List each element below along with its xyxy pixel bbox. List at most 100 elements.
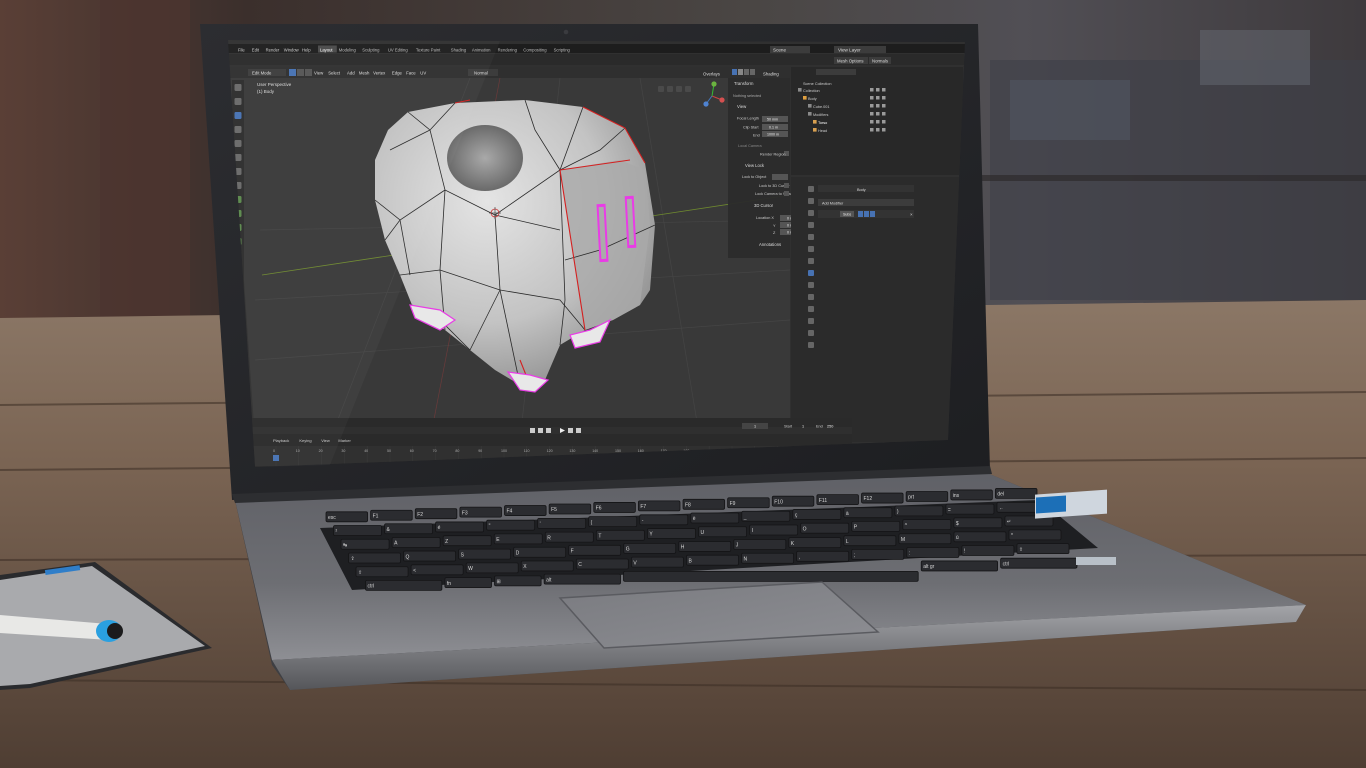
3d-cursor-header[interactable]: 3D Cursor <box>754 203 774 208</box>
key-alt[interactable]: alt <box>543 573 621 585</box>
view-header[interactable]: View <box>737 104 747 109</box>
key-N[interactable]: N <box>741 552 795 564</box>
key-Z[interactable]: Z <box>442 535 492 547</box>
jump-start-icon[interactable] <box>530 428 535 433</box>
camera-restrict-icon[interactable] <box>876 120 880 124</box>
tab-compositing[interactable]: Compositing <box>523 48 547 53</box>
camera-restrict-icon[interactable] <box>876 112 880 116</box>
key-fn[interactable]: fn <box>444 577 492 589</box>
key-Y[interactable]: Y <box>647 528 696 539</box>
camera-restrict-icon[interactable] <box>876 88 880 92</box>
key-è[interactable]: è <box>690 512 740 524</box>
key-_[interactable]: _ <box>741 510 791 522</box>
shading-material-button[interactable] <box>744 69 749 75</box>
key-W[interactable]: W <box>465 562 519 574</box>
render-restrict-icon[interactable] <box>882 120 886 124</box>
key-D[interactable]: D <box>513 546 567 558</box>
modifier-render-icon[interactable] <box>870 211 875 217</box>
render-restrict-icon[interactable] <box>882 88 886 92</box>
key-K[interactable]: K <box>788 537 842 548</box>
key-G[interactable]: G <box>623 542 677 554</box>
gizmo-y-icon[interactable] <box>711 81 717 87</box>
properties-tab-data-icon[interactable] <box>808 318 814 324</box>
properties-tab-physics-icon[interactable] <box>808 294 814 300</box>
key-C[interactable]: C <box>575 558 629 570</box>
key-E[interactable]: E <box>493 533 543 545</box>
annotations-header[interactable]: Annotations <box>759 242 781 247</box>
lock-camera-checkbox[interactable] <box>784 191 789 196</box>
properties-tab-view-layer-icon[interactable] <box>808 222 814 228</box>
key-L[interactable]: L <box>843 535 897 547</box>
camera-restrict-icon[interactable] <box>876 104 880 108</box>
camera-restrict-icon[interactable] <box>876 128 880 132</box>
key-V[interactable]: V <box>630 556 684 568</box>
key-à[interactable]: à <box>843 507 893 519</box>
lock-cursor-checkbox[interactable] <box>784 183 789 188</box>
key-B[interactable]: B <box>686 554 739 566</box>
key-F12[interactable]: F12 <box>861 492 904 504</box>
key-*[interactable]: * <box>1008 529 1062 541</box>
key-F[interactable]: F <box>568 544 622 556</box>
outliner-item-body[interactable]: Body <box>808 97 817 101</box>
pan-icon[interactable] <box>667 86 673 92</box>
key-<[interactable]: < <box>410 564 464 576</box>
key-F8[interactable]: F8 <box>682 498 726 510</box>
visibility-eye-icon[interactable] <box>870 96 874 100</box>
shading-solid-button[interactable] <box>738 69 743 75</box>
transform-header[interactable]: Transform <box>734 81 754 86</box>
key-=[interactable]: = <box>945 503 995 515</box>
key-P[interactable]: P <box>851 520 901 532</box>
key-⇧[interactable]: ⇧ <box>1016 543 1070 555</box>
key-F7[interactable]: F7 <box>637 500 681 512</box>
properties-tab-tool-icon[interactable] <box>808 186 814 192</box>
jump-end-icon[interactable] <box>576 428 581 433</box>
key-O[interactable]: O <box>800 522 850 534</box>
modifier-close-icon[interactable]: × <box>910 212 913 217</box>
properties-tab-constraints-icon[interactable] <box>808 306 814 312</box>
properties-tab-object-icon[interactable] <box>808 258 814 264</box>
key-S[interactable]: S <box>458 548 512 560</box>
properties-tab-modifier-icon[interactable] <box>808 270 814 276</box>
key-é[interactable]: é <box>435 521 485 533</box>
key-R[interactable]: R <box>544 531 594 543</box>
outliner-item-collection[interactable]: Collection <box>803 89 820 93</box>
key-del[interactable]: del <box>994 487 1038 499</box>
key-⇧[interactable]: ⇧ <box>355 566 409 578</box>
key-:[interactable]: : <box>906 547 960 558</box>
modifier-edit-mode-icon[interactable] <box>858 211 863 217</box>
key-Q[interactable]: Q <box>403 550 456 562</box>
key-$[interactable]: $ <box>953 517 1003 529</box>
camera-restrict-icon[interactable] <box>876 96 880 100</box>
gizmo-z-icon[interactable] <box>703 101 709 107</box>
next-keyframe-icon[interactable] <box>568 428 573 433</box>
properties-tab-render-icon[interactable] <box>808 198 814 204</box>
outliner-item-torso[interactable]: Torso <box>818 121 827 125</box>
zoom-icon[interactable] <box>658 86 664 92</box>
shading-label[interactable]: Shading <box>763 72 779 77</box>
tab-scripting[interactable]: Scripting <box>554 48 571 53</box>
key-"[interactable]: " <box>486 519 536 531</box>
render-restrict-icon[interactable] <box>882 112 886 116</box>
key-M[interactable]: M <box>898 533 952 545</box>
outliner-item-head[interactable]: Head <box>818 129 827 133</box>
key-^[interactable]: ^ <box>902 519 952 531</box>
overlays-label[interactable]: Overlays <box>703 72 720 77</box>
start-frame-value[interactable]: 1 <box>802 425 804 429</box>
visibility-eye-icon[interactable] <box>870 112 874 116</box>
key-space[interactable] <box>623 570 919 582</box>
render-restrict-icon[interactable] <box>882 104 886 108</box>
key-I[interactable]: I <box>749 524 799 536</box>
view-lock-header[interactable]: View Lock <box>745 163 765 168</box>
key-&[interactable]: & <box>384 523 433 535</box>
key-ins[interactable]: ins <box>950 489 993 501</box>
properties-tab-particles-icon[interactable] <box>808 282 814 288</box>
properties-tab-output-icon[interactable] <box>808 210 814 216</box>
outliner-item-cube-001[interactable]: Cube.001 <box>813 105 829 109</box>
key-F5[interactable]: F5 <box>548 503 592 515</box>
key-'[interactable]: ' <box>537 517 587 529</box>
key-A[interactable]: A <box>391 537 441 548</box>
key-⊞[interactable]: ⊞ <box>494 575 542 587</box>
outliner-search-input[interactable] <box>816 69 856 75</box>
key-H[interactable]: H <box>678 541 732 552</box>
key-![interactable]: ! <box>961 545 1015 556</box>
